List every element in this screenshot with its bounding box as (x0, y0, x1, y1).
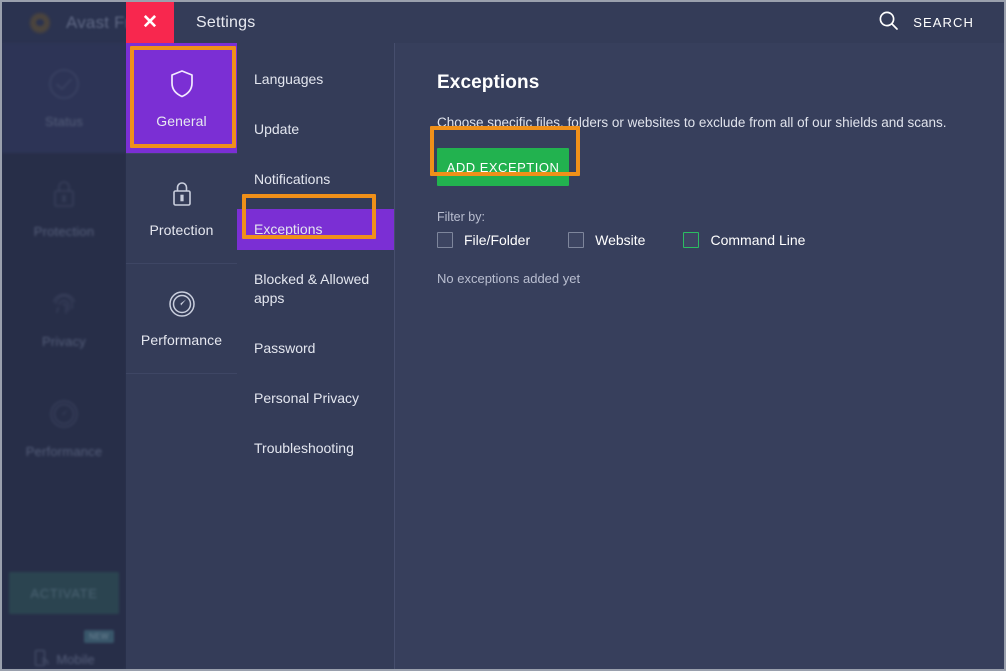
settings-titlebar: ✕ Settings SEARCH (126, 2, 1004, 43)
subnav-item-password[interactable]: Password (237, 328, 394, 369)
empty-state-message: No exceptions added yet (437, 271, 581, 286)
bg-nav-item-performance[interactable]: Performance (2, 373, 126, 483)
bg-nav-label: Privacy (41, 334, 87, 349)
filter-by-label: Filter by: (437, 210, 485, 224)
close-button[interactable]: ✕ (126, 2, 174, 43)
category-label: General (156, 113, 207, 129)
subnav-item-notifications[interactable]: Notifications (237, 159, 394, 200)
search-label: SEARCH (913, 15, 974, 30)
lock-icon (168, 178, 196, 210)
settings-category-rail: General Protection Performance (126, 43, 237, 669)
speedometer-icon (166, 288, 198, 320)
page-description: Choose specific files, folders or websit… (437, 115, 947, 130)
bg-nav-label: Protection (33, 224, 95, 239)
bg-nav-item-privacy[interactable]: Privacy (2, 263, 126, 373)
mobile-phone-icon (33, 649, 49, 670)
category-item-general[interactable]: General (126, 43, 237, 153)
category-label: Performance (140, 332, 223, 348)
subnav-item-languages[interactable]: Languages (237, 59, 394, 100)
bg-nav-label: Performance (25, 444, 103, 459)
screenshot-root: Avast Free A Status Protection Privacy P… (0, 0, 1006, 671)
subnav-item-personal-privacy[interactable]: Personal Privacy (237, 378, 394, 419)
rail-divider (126, 373, 237, 374)
checkbox-icon[interactable] (568, 232, 585, 248)
mobile-label: Mobile (56, 651, 95, 667)
subnav-item-update[interactable]: Update (237, 109, 394, 150)
bg-nav-label: Status (44, 114, 84, 129)
settings-subnav: Languages Update Notifications Exception… (237, 43, 395, 669)
category-label: Protection (149, 222, 214, 238)
fingerprint-icon (49, 287, 79, 321)
subnav-item-troubleshooting[interactable]: Troubleshooting (237, 428, 394, 469)
shield-icon (167, 67, 197, 101)
speedometer-icon (47, 397, 81, 431)
close-x-icon: ✕ (142, 11, 158, 33)
checkbox-icon[interactable] (683, 232, 700, 248)
activate-button[interactable]: ACTIVATE (9, 572, 119, 614)
filter-checkbox-website[interactable]: Website (568, 232, 645, 248)
background-sidebar: Status Protection Privacy Performance AC… (2, 43, 126, 669)
main-content-panel: Exceptions Choose specific files, folder… (396, 43, 1004, 669)
subnav-item-exceptions[interactable]: Exceptions (237, 209, 394, 250)
search-button[interactable]: SEARCH (878, 2, 974, 43)
avast-logo-icon (28, 11, 54, 35)
subnav-item-blocked-allowed-apps[interactable]: Blocked & Allowed apps (237, 259, 394, 319)
filter-checkbox-file-folder[interactable]: File/Folder (437, 232, 530, 248)
settings-title: Settings (196, 13, 256, 31)
category-item-protection[interactable]: Protection (126, 153, 237, 263)
filter-label-file-folder: File/Folder (464, 232, 531, 248)
check-circle-icon (47, 67, 81, 101)
mobile-link[interactable]: Mobile (2, 639, 126, 670)
bg-nav-item-status[interactable]: Status (2, 43, 126, 153)
checkbox-icon[interactable] (437, 232, 453, 248)
bg-nav-item-protection[interactable]: Protection (2, 153, 126, 263)
filter-label-command-line: Command Line (710, 232, 806, 248)
category-item-performance[interactable]: Performance (126, 263, 237, 373)
page-title: Exceptions (437, 72, 540, 93)
filter-checkbox-command-line[interactable]: Command Line (683, 232, 805, 248)
lock-icon (49, 177, 79, 211)
filter-label-website: Website (595, 232, 646, 248)
search-icon (878, 10, 899, 36)
settings-window: ✕ Settings SEARCH General Protection Per… (126, 2, 1004, 669)
filter-options-row: File/Folder Website Command Line (437, 232, 1004, 248)
add-exception-button[interactable]: ADD EXCEPTION (437, 148, 569, 186)
